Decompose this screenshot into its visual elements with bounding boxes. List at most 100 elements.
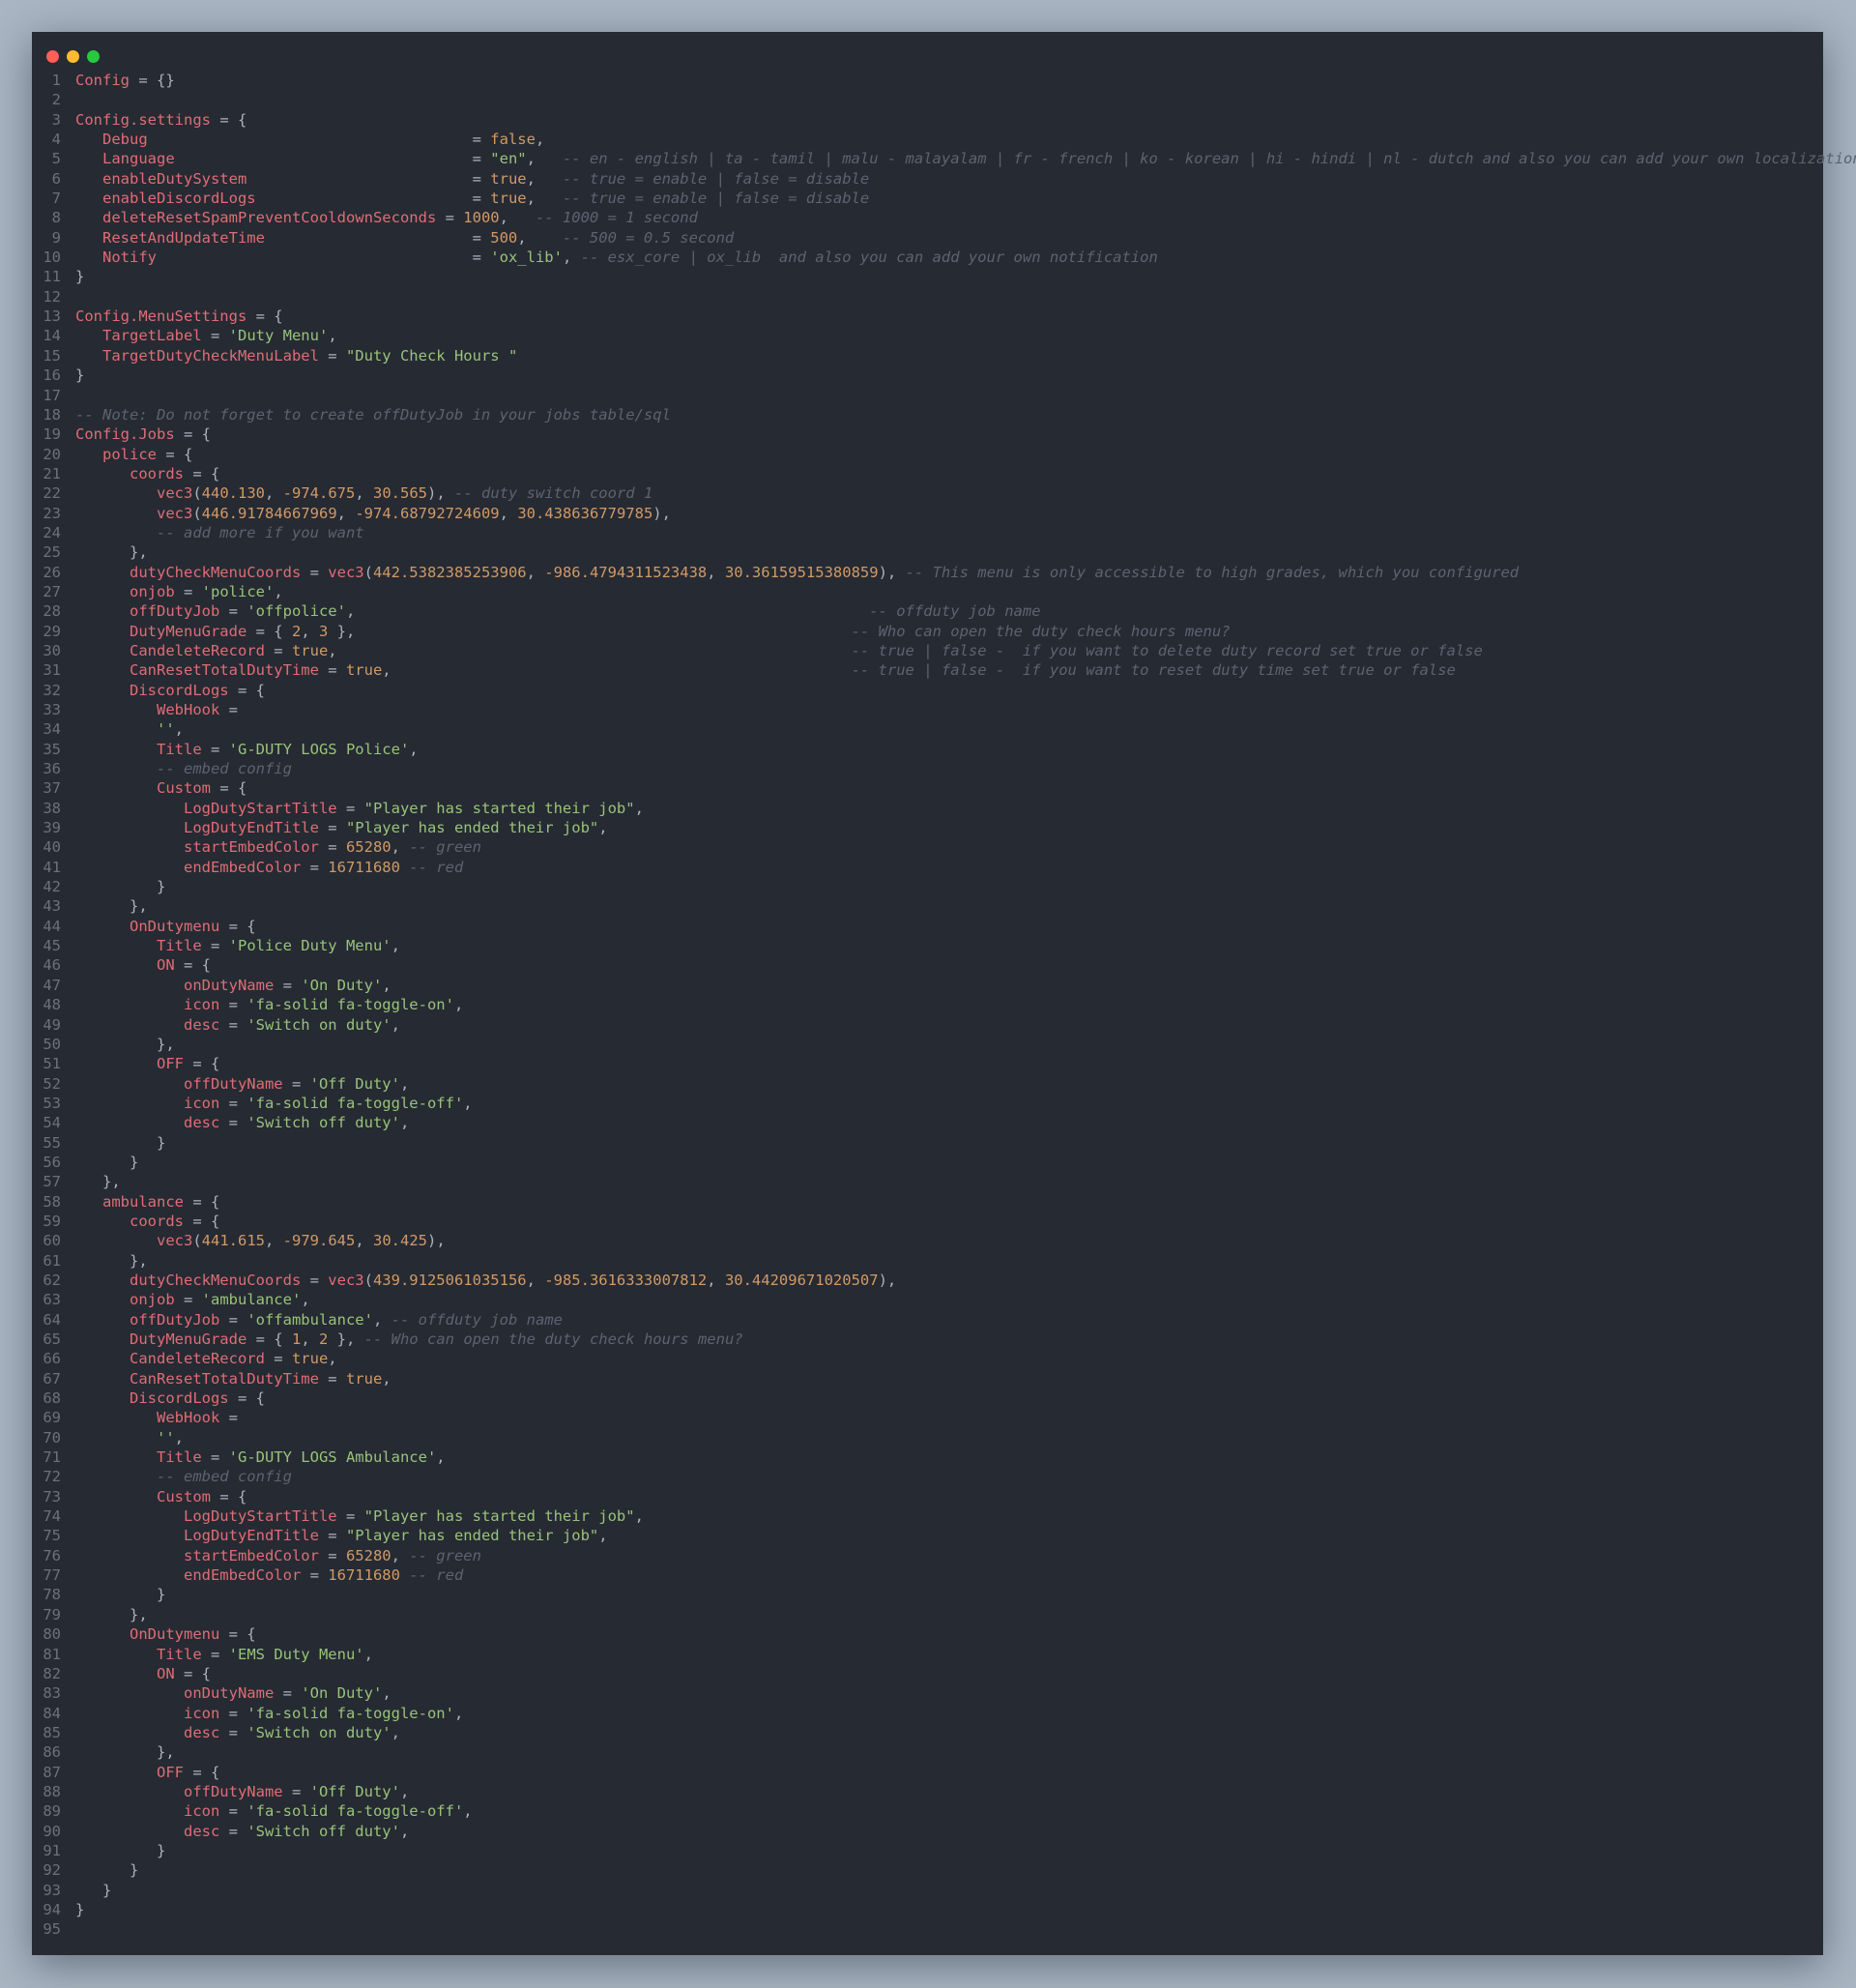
line-source: -- add more if you want xyxy=(75,523,364,542)
code-token: "Player has started their job" xyxy=(363,799,635,817)
code-token: , xyxy=(174,720,184,739)
code-token: 439.9125061035156 xyxy=(372,1271,527,1289)
line-number: 94 xyxy=(43,1900,61,1918)
maximize-button[interactable] xyxy=(87,50,100,63)
line-number: 28 xyxy=(43,602,61,621)
code-token: , xyxy=(382,1684,392,1703)
code-token: = xyxy=(174,150,491,168)
line-number: 83 xyxy=(43,1684,61,1703)
code-token: 'Off Duty' xyxy=(309,1074,400,1093)
code-line: 71 Title = 'G-DUTY LOGS Ambulance', xyxy=(32,1447,1823,1467)
line-number: 31 xyxy=(43,661,61,680)
code-token: = xyxy=(219,1114,247,1132)
line-number: 47 xyxy=(43,976,61,994)
line-source: } xyxy=(75,1860,138,1880)
line-source: WebHook = xyxy=(75,1408,238,1427)
code-token: = xyxy=(174,582,202,600)
line-number: 32 xyxy=(43,681,61,699)
line-number: 81 xyxy=(43,1645,61,1663)
code-editor[interactable]: 1 Config = {} 2 3 Config.settings = {4 Debug… xyxy=(32,71,1856,1940)
code-token: coords xyxy=(75,464,184,482)
code-token: onDutyName xyxy=(75,976,275,994)
code-line: 9 ResetAndUpdateTime = 500, -- 500 = 0.5… xyxy=(32,228,1823,248)
code-line: 7 enableDiscordLogs = true, -- true = en… xyxy=(32,189,1823,208)
code-token: , xyxy=(391,1723,400,1741)
code-token: ( xyxy=(192,504,202,522)
code-token: Title xyxy=(75,740,202,758)
line-source: vec3(441.615, -979.645, 30.425), xyxy=(75,1231,446,1250)
code-token: "Player has ended their job" xyxy=(345,819,599,837)
code-token: endEmbedColor xyxy=(75,1566,302,1585)
code-token: , xyxy=(391,1015,400,1034)
line-number: 4 xyxy=(51,131,61,149)
code-token: -- offduty job name xyxy=(869,602,1041,621)
code-token: , xyxy=(436,1448,446,1467)
code-token: ( xyxy=(363,563,373,581)
minimize-button[interactable] xyxy=(67,50,79,63)
code-token: = xyxy=(201,1645,229,1663)
code-line: 66 CandeleteRecord = true, xyxy=(32,1349,1823,1368)
code-token: , xyxy=(174,1428,184,1447)
code-token: 'Police Duty Menu' xyxy=(228,937,392,955)
code-token: = xyxy=(318,819,346,837)
code-token: -- green xyxy=(409,838,481,857)
line-number: 59 xyxy=(43,1212,61,1230)
line-number: 13 xyxy=(43,307,61,326)
code-token: DutyMenuGrade xyxy=(75,1330,247,1348)
code-token: = xyxy=(219,996,247,1014)
code-token: Config.MenuSettings xyxy=(75,307,247,326)
code-line: 53 icon = 'fa-solid fa-toggle-off', xyxy=(32,1094,1823,1113)
line-number: 19 xyxy=(43,425,61,444)
line-source: '', xyxy=(75,1428,184,1447)
code-token: , xyxy=(399,1114,410,1132)
code-token: = xyxy=(219,1409,238,1427)
code-line: 42 } xyxy=(32,877,1823,896)
line-source: startEmbedColor = 65280, -- green xyxy=(75,1546,481,1565)
code-line: 8 deleteResetSpamPreventCooldownSeconds … xyxy=(32,208,1823,227)
code-token: 30.565 xyxy=(373,484,427,503)
line-number: 79 xyxy=(43,1605,61,1623)
line-source: TargetLabel = 'Duty Menu', xyxy=(75,326,337,345)
code-token: Title xyxy=(75,1448,202,1467)
code-token: onjob xyxy=(75,582,175,600)
code-token: Debug xyxy=(75,131,148,149)
code-token: offDutyName xyxy=(75,1782,283,1800)
code-token: desc xyxy=(75,1114,220,1132)
code-token: = { xyxy=(246,307,283,326)
code-token: 441.615 xyxy=(201,1232,265,1250)
line-number: 84 xyxy=(43,1704,61,1722)
code-line: 95 xyxy=(32,1919,1823,1939)
line-source: } xyxy=(75,1881,111,1900)
code-token: true xyxy=(291,1350,329,1368)
line-source: Custom = { xyxy=(75,778,246,798)
code-line: 13 Config.MenuSettings = { xyxy=(32,307,1823,326)
code-line: 80 OnDutymenu = { xyxy=(32,1624,1823,1644)
code-line: 57 }, xyxy=(32,1172,1823,1191)
code-token: = { xyxy=(183,1763,220,1781)
line-source: DiscordLogs = { xyxy=(75,681,265,700)
code-token: -- 1000 = 1 second xyxy=(535,209,698,227)
line-source: dutyCheckMenuCoords = vec3(442.538238525… xyxy=(75,563,1519,582)
code-token: , xyxy=(399,1074,410,1093)
code-token: , xyxy=(598,1527,608,1545)
line-source: vec3(446.91784667969, -974.68792724609, … xyxy=(75,504,671,523)
code-token: -- Who can open the duty check hours men… xyxy=(363,1330,743,1348)
code-token: -- 500 = 0.5 second xyxy=(562,228,735,247)
code-line: 35 Title = 'G-DUTY LOGS Police', xyxy=(32,740,1823,759)
line-number: 69 xyxy=(43,1409,61,1427)
code-token: } xyxy=(75,1881,112,1899)
code-token: = xyxy=(301,563,329,581)
line-source: } xyxy=(75,1841,165,1860)
code-token: 'Off Duty' xyxy=(309,1782,400,1800)
code-token: offDutyJob xyxy=(75,1310,220,1329)
code-token: , xyxy=(707,1271,725,1289)
code-token: = xyxy=(219,1310,247,1329)
line-source: CandeleteRecord = true, xyxy=(75,1349,337,1368)
code-token: = xyxy=(201,1448,229,1467)
close-button[interactable] xyxy=(46,50,59,63)
code-line: 84 icon = 'fa-solid fa-toggle-on', xyxy=(32,1704,1823,1723)
line-source: OFF = { xyxy=(75,1763,219,1782)
code-token: -- This menu is only accessible to high … xyxy=(905,563,1520,581)
line-number: 42 xyxy=(43,878,61,896)
code-token: enableDiscordLogs xyxy=(75,190,256,208)
